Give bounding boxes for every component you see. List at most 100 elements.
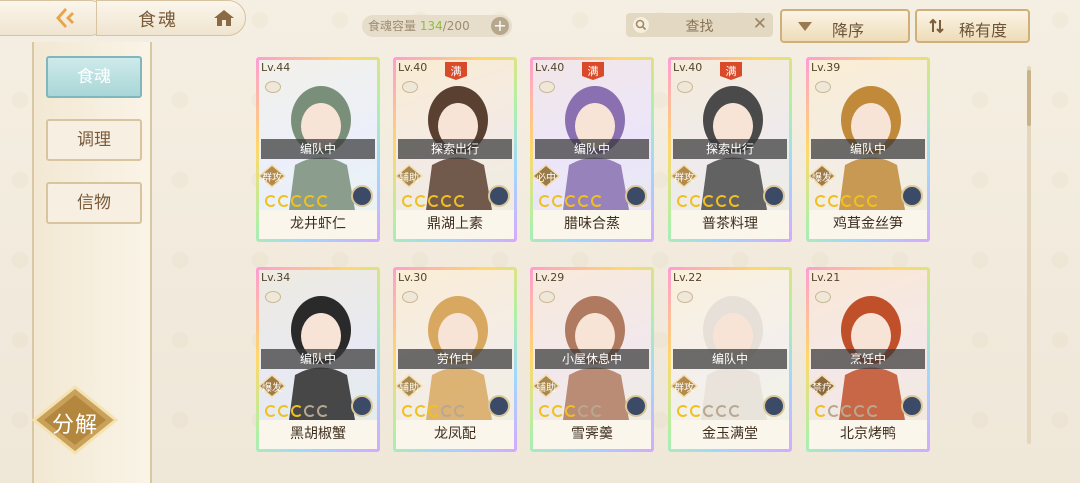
star-icon — [703, 405, 715, 417]
star-rating — [265, 405, 329, 417]
star-icon — [265, 405, 277, 417]
level-label: Lv.40 — [673, 61, 703, 74]
food-soul-card[interactable]: Lv.30 劳作中 辅助 龙凤配 — [393, 267, 517, 452]
food-soul-card[interactable]: Lv.39 编队中 爆发 鸡茸金丝笋 — [806, 57, 930, 242]
star-icon — [815, 405, 827, 417]
star-icon — [841, 405, 853, 417]
star-icon — [317, 195, 329, 207]
nav-item-token[interactable]: 信物 — [46, 182, 142, 224]
star-icon — [703, 195, 715, 207]
status-label: 劳作中 — [398, 349, 512, 369]
star-icon — [729, 195, 741, 207]
capacity-add-button[interactable]: + — [491, 17, 509, 35]
star-icon — [828, 405, 840, 417]
role-badge: 群攻 — [259, 164, 287, 188]
character-name: 龙凤配 — [396, 420, 514, 449]
level-label: Lv.40 — [398, 61, 428, 74]
equipment-slot-icon — [677, 291, 693, 303]
card-inner: Lv.44 编队中 群攻 龙井虾仁 — [259, 60, 377, 239]
max-level-badge: 满 — [718, 60, 744, 80]
status-label: 编队中 — [535, 139, 649, 159]
star-icon — [291, 195, 303, 207]
role-label: 禁疗 — [812, 383, 832, 394]
role-label: 辅助 — [536, 383, 556, 394]
sort-rarity-button[interactable]: 稀有度 — [915, 9, 1030, 43]
food-soul-card[interactable]: Lv.29 小屋休息中 辅助 雪霁羹 — [530, 267, 654, 452]
status-label: 编队中 — [673, 349, 787, 369]
star-icon — [690, 195, 702, 207]
status-label: 探索出行 — [673, 139, 787, 159]
star-icon — [815, 195, 827, 207]
star-rating — [677, 195, 741, 207]
star-icon — [291, 405, 303, 417]
level-label: Lv.29 — [535, 271, 565, 284]
star-icon — [867, 195, 879, 207]
character-name: 鸡茸金丝笋 — [809, 210, 927, 239]
max-level-badge: 满 — [580, 60, 606, 80]
star-icon — [591, 195, 603, 207]
nav-item-soul[interactable]: 食魂 — [46, 56, 142, 98]
card-inner: Lv.21 烹饪中 禁疗 北京烤鸭 — [809, 270, 927, 449]
equipment-slot-icon — [402, 81, 418, 93]
home-icon[interactable] — [213, 8, 235, 28]
food-soul-card[interactable]: Lv.44 编队中 群攻 龙井虾仁 — [256, 57, 380, 242]
food-soul-card[interactable]: Lv.40 满编队中 必中 腊味合蒸 — [530, 57, 654, 242]
sort-arrows-icon — [929, 18, 944, 34]
star-icon — [415, 195, 427, 207]
decompose-button[interactable]: 分解 — [30, 385, 120, 455]
role-badge: 爆发 — [809, 164, 837, 188]
status-label: 小屋休息中 — [535, 349, 649, 369]
capacity-max: /200 — [442, 19, 470, 33]
close-icon[interactable]: ✕ — [753, 14, 767, 34]
star-icon — [402, 405, 414, 417]
star-icon — [539, 195, 551, 207]
star-icon — [565, 405, 577, 417]
status-label: 编队中 — [811, 139, 925, 159]
character-name: 普茶料理 — [671, 210, 789, 239]
card-inner: Lv.30 劳作中 辅助 龙凤配 — [396, 270, 514, 449]
star-icon — [454, 405, 466, 417]
food-soul-card[interactable]: Lv.40 满探索出行 群攻 普茶料理 — [668, 57, 792, 242]
equipment-slot-icon — [677, 81, 693, 93]
star-icon — [278, 195, 290, 207]
level-label: Lv.21 — [811, 271, 841, 284]
capacity-display: 食魂容量 134/200 + — [362, 15, 512, 37]
star-rating — [402, 405, 466, 417]
equipment-slot-icon — [539, 291, 555, 303]
equipment-slot-icon — [539, 81, 555, 93]
star-icon — [304, 195, 316, 207]
star-icon — [428, 405, 440, 417]
food-soul-card[interactable]: Lv.22 编队中 群攻 金玉满堂 — [668, 267, 792, 452]
food-soul-card[interactable]: Lv.40 满探索出行 辅助 鼎湖上素 — [393, 57, 517, 242]
search-label: 查找 — [685, 19, 714, 35]
role-label: 辅助 — [399, 173, 419, 184]
max-level-badge: 满 — [443, 60, 469, 80]
sort-order-button[interactable]: 降序 — [780, 9, 910, 43]
scrollbar[interactable] — [1027, 66, 1031, 444]
scroll-thumb[interactable] — [1027, 70, 1031, 126]
star-icon — [591, 405, 603, 417]
star-rating — [539, 405, 603, 417]
status-label: 编队中 — [261, 139, 375, 159]
search-field[interactable]: 查找 ✕ — [626, 13, 773, 37]
food-soul-card[interactable]: Lv.21 烹饪中 禁疗 北京烤鸭 — [806, 267, 930, 452]
star-icon — [716, 195, 728, 207]
nav-item-cook[interactable]: 调理 — [46, 119, 142, 161]
star-rating — [539, 195, 603, 207]
sort-rarity-label: 稀有度 — [959, 21, 1008, 40]
top-bar: 食魂 食魂容量 134/200 + 查找 ✕ 降序 稀有度 — [0, 0, 1080, 43]
role-badge: 群攻 — [671, 374, 699, 398]
star-icon — [677, 195, 689, 207]
star-icon — [454, 195, 466, 207]
back-button[interactable] — [50, 4, 80, 32]
character-name: 鼎湖上素 — [396, 210, 514, 239]
element-icon — [351, 185, 373, 207]
star-icon — [539, 405, 551, 417]
sort-order-label: 降序 — [832, 21, 865, 40]
food-soul-card[interactable]: Lv.34 编队中 爆发 黑胡椒蟹 — [256, 267, 380, 452]
star-icon — [565, 195, 577, 207]
star-icon — [278, 405, 290, 417]
capacity-label: 食魂容量 — [368, 19, 417, 33]
element-icon — [763, 185, 785, 207]
max-level-label: 满 — [725, 65, 737, 78]
